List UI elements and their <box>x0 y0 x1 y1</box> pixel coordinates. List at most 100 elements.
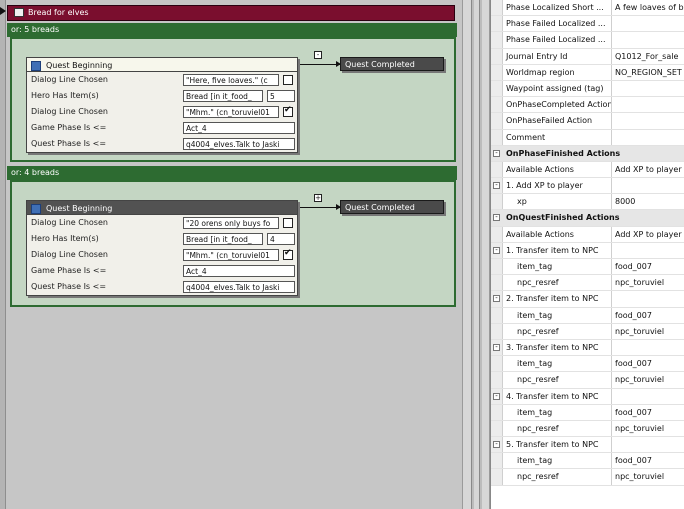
property-row[interactable]: npc_resref npc_toruviel <box>491 420 684 438</box>
condition-value[interactable]: q4004_elves.Talk to Jaski <box>183 281 295 293</box>
property-row[interactable]: item_tag food_007 <box>491 307 684 324</box>
quest-completed-node[interactable]: Quest Completed <box>340 57 444 71</box>
property-value[interactable] <box>612 340 684 355</box>
property-row[interactable]: Phase Localized Short ... A few loaves of… <box>491 0 684 17</box>
branch-header[interactable]: or: 4 breads <box>7 166 457 180</box>
property-value[interactable]: food_007 <box>612 356 684 371</box>
collapse-icon[interactable]: - <box>493 246 500 254</box>
condition-value[interactable]: Bread [in it_food_ <box>183 90 263 102</box>
property-group-row[interactable]: -5. Transfer item to NPC <box>491 437 684 454</box>
property-value[interactable]: npc_toruviel <box>612 275 684 290</box>
node-header[interactable]: Quest Beginning <box>27 58 297 72</box>
property-group-row[interactable]: -1. Transfer item to NPC <box>491 242 684 259</box>
property-value[interactable] <box>612 389 684 404</box>
property-value[interactable]: npc_toruviel <box>612 324 684 339</box>
quest-title-bar[interactable]: Bread for elves <box>7 5 455 21</box>
property-row[interactable]: Phase Failed Localized ... <box>491 32 684 49</box>
property-value[interactable] <box>612 130 684 145</box>
property-row[interactable]: Available Actions Add XP to player <box>491 161 684 179</box>
item-count-field[interactable]: 4 <box>267 233 295 245</box>
quest-beginning-node[interactable]: Quest Beginning Dialog Line Chosen "Here… <box>26 57 298 153</box>
property-value[interactable]: Q1012_For_sale <box>612 49 684 64</box>
condition-value[interactable]: Bread [in it_food_ <box>183 233 263 245</box>
property-row[interactable]: OnPhaseCompleted Action <box>491 97 684 114</box>
property-value[interactable]: Add XP to player <box>612 162 684 177</box>
quest-completed-node[interactable]: Quest Completed <box>340 200 444 214</box>
condition-checkbox[interactable] <box>283 105 293 117</box>
condition-value[interactable]: "20 orens only buys fo <box>183 217 279 229</box>
condition-value[interactable]: Act_4 <box>183 122 295 134</box>
property-row[interactable]: npc_resref npc_toruviel <box>491 469 684 486</box>
quest-beginning-node[interactable]: Quest Beginning Dialog Line Chosen "20 o… <box>26 200 298 296</box>
property-value[interactable]: 8000 <box>612 194 684 209</box>
property-row[interactable]: Waypoint assigned (tag) <box>491 80 684 98</box>
collapse-icon[interactable]: - <box>493 214 500 222</box>
property-row[interactable]: Phase Failed Localized ... <box>491 16 684 33</box>
property-value[interactable]: food_007 <box>612 405 684 420</box>
property-value[interactable]: food_007 <box>612 308 684 323</box>
property-value[interactable] <box>612 178 684 193</box>
collapse-icon[interactable]: - <box>493 295 500 303</box>
condition-value[interactable]: q4004_elves.Talk to Jaski <box>183 138 295 150</box>
condition-value[interactable]: Act_4 <box>183 265 295 277</box>
property-value[interactable] <box>612 32 684 47</box>
branch-header[interactable]: or: 5 breads <box>7 23 457 37</box>
property-row[interactable]: item_tag food_007 <box>491 453 684 470</box>
condition-label: Game Phase Is <= <box>31 266 107 275</box>
property-value[interactable]: Add XP to player <box>612 227 684 242</box>
property-row[interactable]: npc_resref npc_toruviel <box>491 372 684 389</box>
property-value[interactable]: food_007 <box>612 259 684 274</box>
property-row[interactable]: Available Actions Add XP to player <box>491 226 684 243</box>
property-value[interactable] <box>612 81 684 96</box>
collapse-icon[interactable]: - <box>493 343 500 351</box>
collapse-icon[interactable]: - <box>493 441 500 449</box>
quest-icon <box>31 60 41 71</box>
property-row[interactable]: npc_resref npc_toruviel <box>491 323 684 340</box>
property-group-row[interactable]: -3. Transfer item to NPC <box>491 339 684 357</box>
property-category[interactable]: - OnQuestFinished Actions <box>491 210 684 227</box>
property-row[interactable]: Journal Entry Id Q1012_For_sale <box>491 48 684 65</box>
item-count-field[interactable]: 5 <box>267 90 295 102</box>
property-row[interactable]: item_tag food_007 <box>491 259 684 276</box>
condition-value[interactable]: "Mhm." (cn_toruviel01 <box>183 249 279 261</box>
property-row[interactable]: npc_resref npc_toruviel <box>491 275 684 292</box>
property-value[interactable]: npc_toruviel <box>612 469 684 484</box>
property-row[interactable]: Comment <box>491 129 684 146</box>
condition-value[interactable]: "Here, five loaves." (c <box>183 74 279 86</box>
property-row[interactable]: xp 8000 <box>491 194 684 211</box>
condition-value[interactable]: "Mhm." (cn_toruviel01 <box>183 106 279 118</box>
expand-toggle[interactable]: + <box>314 194 322 202</box>
property-value[interactable] <box>612 291 684 306</box>
property-value[interactable] <box>612 113 684 128</box>
property-row[interactable]: OnPhaseFailed Action <box>491 113 684 130</box>
condition-checkbox[interactable] <box>283 218 293 228</box>
property-value[interactable] <box>612 97 684 112</box>
condition-checkbox[interactable] <box>283 248 293 260</box>
panel-splitter[interactable] <box>462 0 490 509</box>
quest-graph-canvas[interactable]: Bread for elves or: 5 breads Quest Begin… <box>0 0 462 509</box>
property-value[interactable]: npc_toruviel <box>612 372 684 387</box>
property-group-row[interactable]: -1. Add XP to player <box>491 178 684 195</box>
property-value[interactable]: food_007 <box>612 453 684 468</box>
property-group-row[interactable]: -2. Transfer item to NPC <box>491 291 684 308</box>
property-group-row[interactable]: -4. Transfer item to NPC <box>491 388 684 405</box>
collapse-icon[interactable]: - <box>493 392 500 400</box>
branch-container[interactable]: Quest Beginning Dialog Line Chosen "Here… <box>10 37 456 162</box>
collapse-toggle[interactable]: - <box>314 51 322 59</box>
node-header[interactable]: Quest Beginning <box>27 201 297 215</box>
collapse-icon[interactable]: - <box>493 182 500 190</box>
property-value[interactable] <box>612 243 684 258</box>
collapse-icon[interactable]: - <box>493 149 500 157</box>
property-value[interactable] <box>612 16 684 31</box>
property-category[interactable]: - OnPhaseFinished Actions <box>491 145 684 162</box>
property-row[interactable]: item_tag food_007 <box>491 404 684 421</box>
property-row[interactable]: item_tag food_007 <box>491 356 684 373</box>
property-value[interactable]: npc_toruviel <box>612 421 684 436</box>
property-value[interactable]: A few loaves of br <box>612 0 684 15</box>
property-grid[interactable]: Phase Localized Short ... A few loaves of… <box>490 0 684 509</box>
property-value[interactable]: NO_REGION_SET <box>612 65 684 80</box>
property-value[interactable] <box>612 437 684 452</box>
branch-container[interactable]: Quest Beginning Dialog Line Chosen "20 o… <box>10 180 456 307</box>
property-row[interactable]: Worldmap region NO_REGION_SET <box>491 64 684 81</box>
condition-checkbox[interactable] <box>283 75 293 85</box>
